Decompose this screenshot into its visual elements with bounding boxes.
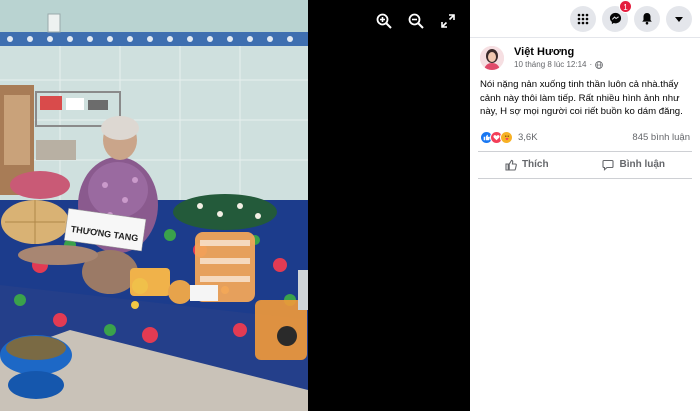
comment-button[interactable]: Bình luận bbox=[582, 155, 685, 175]
fullscreen-icon[interactable] bbox=[438, 10, 458, 32]
post-header: Việt Hương 10 tháng 8 lúc 12:14 · bbox=[470, 38, 700, 70]
photo-viewer: THƯƠNG TANG bbox=[0, 0, 470, 411]
post-actions: Thích Bình luận bbox=[470, 152, 700, 178]
reactions-summary[interactable]: 3,6K bbox=[480, 130, 538, 144]
meta-separator: · bbox=[589, 60, 593, 69]
reactions-row: 3,6K 845 bình luận bbox=[470, 119, 700, 144]
globe-icon bbox=[595, 60, 604, 69]
zoom-in-icon[interactable] bbox=[374, 10, 394, 32]
grid-menu-icon[interactable] bbox=[570, 5, 596, 32]
messenger-badge: 1 bbox=[619, 0, 632, 13]
divider-bottom bbox=[478, 177, 692, 179]
caret-down-icon bbox=[675, 16, 683, 22]
reaction-icons bbox=[480, 130, 513, 144]
post-text: Nói nặng nản xuống tinh thần luôn cả nhà… bbox=[480, 79, 683, 117]
top-navigation: 1 bbox=[470, 0, 700, 38]
thumbs-up-icon bbox=[505, 159, 517, 171]
reaction-count: 3,6K bbox=[518, 131, 538, 143]
like-label: Thích bbox=[521, 159, 549, 170]
comment-label: Bình luận bbox=[619, 159, 666, 170]
care-icon bbox=[500, 130, 513, 144]
post-meta: 10 tháng 8 lúc 12:14 · bbox=[514, 59, 604, 70]
post-timestamp[interactable]: 10 tháng 8 lúc 12:14 bbox=[514, 59, 587, 70]
messenger-button[interactable]: 1 bbox=[602, 0, 632, 32]
zoom-out-icon[interactable] bbox=[406, 10, 426, 32]
bell-icon bbox=[642, 13, 652, 25]
comment-icon bbox=[602, 159, 615, 171]
comment-count[interactable]: 845 bình luận bbox=[632, 132, 690, 143]
viewer-controls bbox=[374, 10, 458, 32]
messenger-icon bbox=[609, 12, 621, 25]
notifications-button[interactable] bbox=[634, 5, 660, 32]
author-name[interactable]: Việt Hương bbox=[514, 46, 603, 59]
like-button[interactable]: Thích bbox=[485, 155, 569, 175]
post-panel: 1 Việt Hương 10 tháng 8 lúc 12:14 · Nói … bbox=[470, 0, 700, 411]
author-avatar[interactable] bbox=[480, 46, 504, 70]
author-block: Việt Hương 10 tháng 8 lúc 12:14 · bbox=[514, 46, 604, 70]
post-photo: THƯƠNG TANG bbox=[0, 0, 308, 411]
account-menu-button[interactable] bbox=[666, 5, 692, 32]
